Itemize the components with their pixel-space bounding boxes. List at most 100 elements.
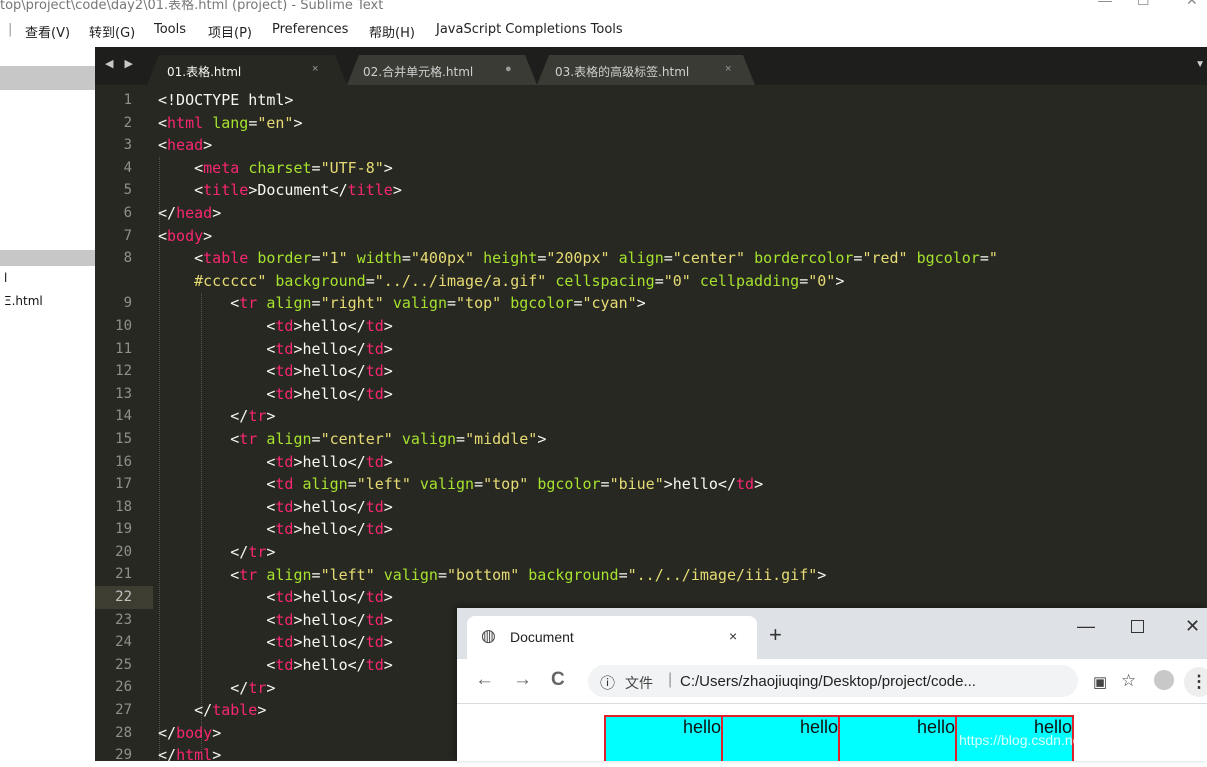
code-token: title	[347, 181, 393, 200]
code-token: <	[158, 294, 240, 313]
code-token: bgcolor	[916, 249, 980, 268]
sidebar-file-item[interactable]: l	[4, 271, 7, 285]
code-token: td	[365, 497, 384, 516]
code-line: </body>	[158, 722, 221, 745]
tab-01[interactable]: 01.表格.html ×	[147, 55, 347, 85]
line-number: 8	[123, 250, 132, 267]
forward-icon[interactable]: →	[513, 669, 532, 691]
line-number: 4	[123, 159, 132, 176]
tab-03[interactable]: 03.表格的高级标签.html ×	[537, 55, 755, 85]
menu-js-completions[interactable]: JavaScript Completions Tools	[436, 22, 623, 37]
menu-view[interactable]: 查看(V)	[25, 22, 70, 41]
menu-preferences[interactable]: Preferences	[272, 22, 348, 37]
code-token: <	[158, 497, 276, 516]
code-token: td	[365, 452, 384, 471]
line-number: 5	[123, 182, 132, 199]
code-token: #cccccc"	[158, 271, 267, 290]
url-text[interactable]: C:/Users/zhaojiuqing/Desktop/project/cod…	[680, 673, 976, 690]
menu-tools[interactable]: Tools	[154, 22, 186, 37]
line-number: 25	[115, 656, 132, 673]
code-token: =	[654, 271, 664, 290]
browser-tab[interactable]: ◍ Document ×	[467, 616, 757, 659]
code-token: =	[401, 249, 411, 268]
code-token: table	[212, 701, 258, 720]
close-tab-icon[interactable]: ×	[729, 628, 737, 644]
code-token: =	[537, 249, 547, 268]
line-number	[95, 270, 153, 293]
code-token: >	[383, 339, 393, 358]
tab-dropdown-icon[interactable]: ▼	[1195, 59, 1205, 70]
code-token: =	[456, 430, 466, 448]
menu-help[interactable]: 帮助(H)	[369, 22, 415, 41]
line-number: 3	[123, 137, 132, 154]
code-line: <td>hello</td>	[158, 654, 392, 677]
code-token: >	[212, 723, 222, 742]
code-token: td	[365, 656, 384, 674]
code-token: background	[275, 271, 366, 290]
code-token: td	[365, 384, 384, 403]
line-number: 1	[123, 92, 132, 108]
code-token: "400px"	[410, 249, 475, 268]
code-token: </	[158, 723, 177, 742]
translate-icon[interactable]: ▣	[1093, 673, 1107, 691]
code-token: <	[158, 633, 276, 652]
unsaved-dot-icon[interactable]: ●	[505, 63, 512, 75]
line-number: 16	[115, 453, 132, 470]
close-window-icon[interactable]: ✕	[1185, 616, 1200, 637]
tab-close-icon[interactable]: ×	[312, 63, 318, 75]
avatar[interactable]	[1154, 670, 1174, 690]
code-token: <	[158, 249, 204, 268]
code-token: </	[158, 678, 249, 697]
info-icon[interactable]: ⓘ	[600, 672, 615, 693]
minimize-window-icon[interactable]: —	[1098, 0, 1112, 8]
maximize-window-icon[interactable]: ☐	[1137, 0, 1150, 9]
address-bar[interactable]: ⓘ 文件 | C:/Users/zhaojiuqing/Desktop/proj…	[588, 665, 1078, 697]
window-title: top\project\code\day2\01.表格.html (projec…	[0, 0, 384, 12]
code-token: <	[158, 475, 276, 494]
page-content: hello hello hello hello https://blog.csd…	[457, 704, 1207, 761]
globe-icon: ◍	[481, 626, 496, 645]
reload-icon[interactable]: C	[551, 669, 565, 691]
menu-icon[interactable]: ⋮	[1184, 667, 1207, 697]
code-line: </tr>	[158, 541, 275, 564]
code-token: "top"	[456, 294, 502, 313]
code-token: <	[158, 339, 276, 358]
sidebar-file-item[interactable]: Ξ.html	[4, 294, 43, 308]
line-number: 14	[115, 408, 132, 425]
code-token: </	[158, 746, 177, 761]
back-icon[interactable]: ←	[475, 669, 494, 691]
star-icon[interactable]: ☆	[1121, 671, 1136, 691]
close-window-icon[interactable]: ✕	[1186, 0, 1198, 9]
tab-02[interactable]: 02.合并单元格.html ●	[347, 55, 537, 85]
code-line: <td align="left" valign="top" bgcolor="b…	[158, 473, 763, 496]
new-tab-button[interactable]: +	[769, 624, 782, 646]
code-token: =	[347, 475, 357, 494]
code-token: html	[167, 113, 204, 132]
code-token: "center"	[672, 249, 746, 268]
code-token: </	[158, 701, 213, 720]
tab-nav-arrows-icon[interactable]: ◀ ▶	[105, 57, 137, 70]
code-token: td	[275, 362, 294, 381]
code-token: bgcolor	[537, 475, 601, 494]
maximize-icon[interactable]	[1131, 620, 1144, 633]
code-token: >	[636, 294, 646, 313]
code-token: >hello</	[293, 384, 366, 403]
code-line: <tr align="right" valign="top" bgcolor="…	[158, 292, 646, 315]
code-token: >Document</	[248, 181, 348, 200]
code-token: td	[275, 339, 294, 358]
code-line: </tr>	[158, 677, 275, 700]
table-cell: hello	[838, 715, 957, 761]
menu-separator: |	[8, 22, 13, 37]
code-token: >	[383, 452, 393, 471]
code-token: td	[365, 520, 384, 539]
code-token: >	[383, 633, 393, 652]
minimize-icon[interactable]: —	[1077, 616, 1095, 637]
menu-project[interactable]: 项目(P)	[208, 22, 252, 41]
tab-close-icon[interactable]: ×	[725, 63, 731, 75]
menu-goto[interactable]: 转到(G)	[89, 22, 135, 41]
code-token: =	[311, 158, 321, 177]
line-number: 22	[115, 589, 132, 606]
